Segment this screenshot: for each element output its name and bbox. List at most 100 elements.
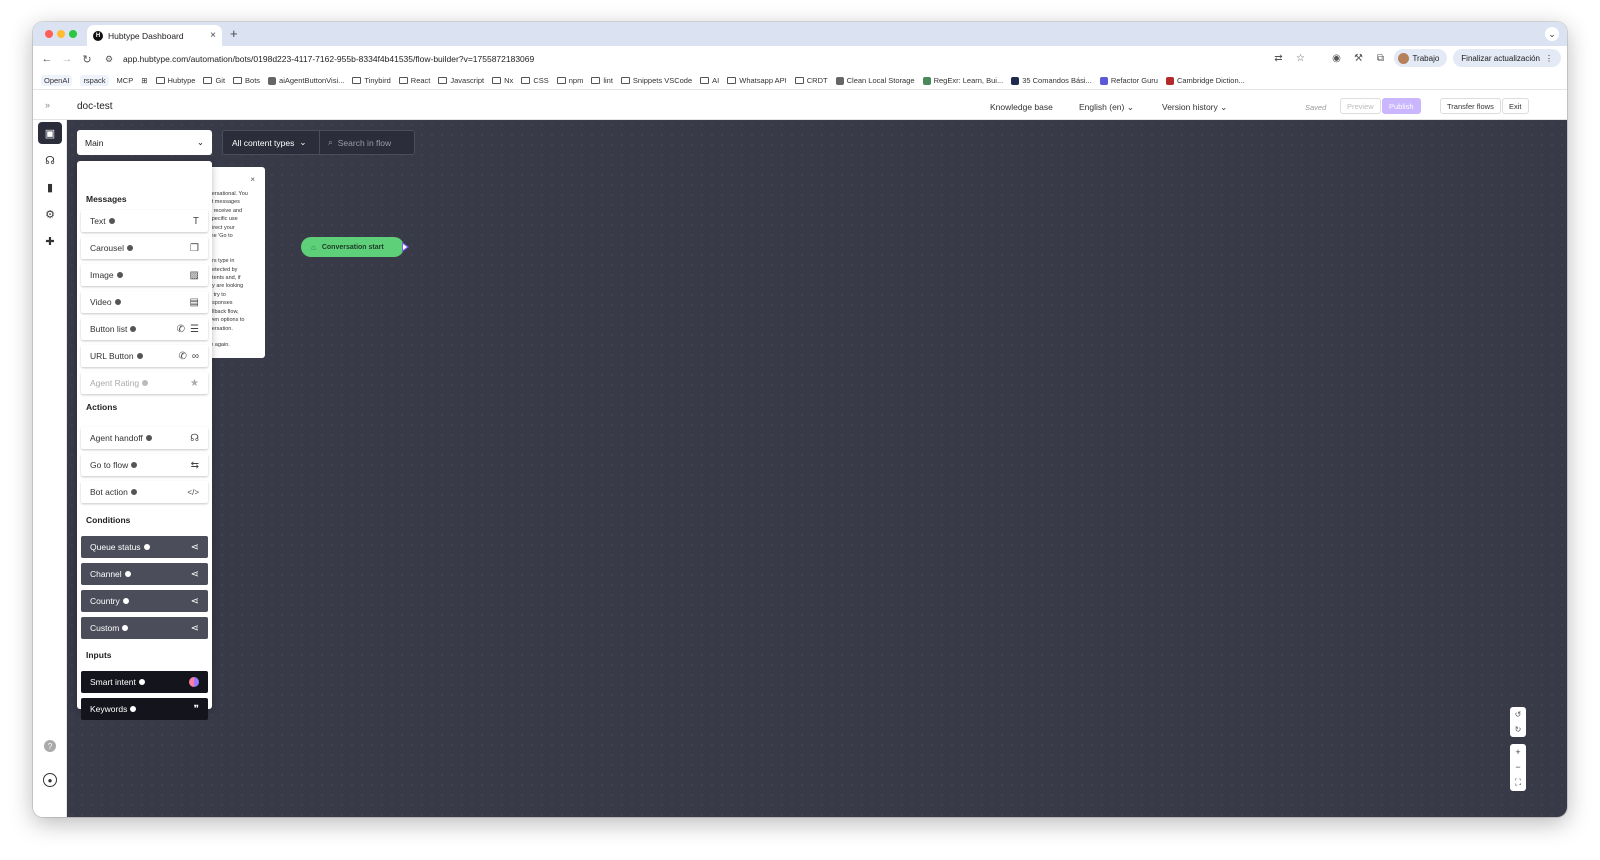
puzzle-icon[interactable]: ⧉ (1372, 50, 1388, 66)
bookmark-item[interactable]: CSS (521, 76, 549, 85)
bookmark-item[interactable]: RegExr: Learn, Bui... (922, 76, 1003, 85)
palette-item-agent-handoff[interactable]: Agent handoff ☊ (81, 427, 208, 449)
bookmark-item[interactable]: OpenAI (41, 75, 73, 86)
bookmark-item[interactable]: Cambridge Diction... (1165, 76, 1245, 85)
translate-icon[interactable]: ⇄ (1270, 50, 1286, 66)
bookmark-item[interactable]: Hubtype (155, 76, 195, 85)
info-icon[interactable] (130, 326, 137, 332)
bookmark-item[interactable]: Nx (492, 76, 513, 85)
info-icon[interactable] (122, 625, 129, 631)
bookmark-item[interactable]: MCP (117, 76, 134, 85)
maximize-window-button[interactable] (69, 30, 77, 38)
info-icon[interactable] (124, 571, 131, 577)
tab-search-icon[interactable]: ⌄ (1545, 27, 1559, 41)
transfer-flows-button[interactable]: Transfer flows (1440, 98, 1501, 114)
undo-icon[interactable]: ↺ (1515, 710, 1522, 719)
bookmark-item[interactable]: Clean Local Storage (835, 76, 915, 85)
publish-button[interactable]: Publish (1382, 98, 1421, 114)
user-account-icon[interactable]: ● (43, 773, 57, 787)
zoom-in-icon[interactable]: + (1515, 747, 1520, 757)
fit-view-icon[interactable]: ⛶ (1515, 777, 1521, 788)
bookmark-item[interactable]: React (398, 76, 430, 85)
bookmark-item[interactable]: Snippets VSCode (620, 76, 692, 85)
palette-item-video[interactable]: Video ▤ (81, 291, 208, 313)
bookmark-item[interactable]: lint (591, 76, 613, 85)
info-icon[interactable] (127, 245, 134, 251)
palette-item-image[interactable]: Image ▨ (81, 264, 208, 286)
palette-item-go-to-flow[interactable]: Go to flow ⇆ (81, 454, 208, 476)
conversation-start-node[interactable]: ⌂ Conversation start (301, 237, 404, 257)
bookmark-star-icon[interactable]: ☆ (1292, 50, 1308, 66)
info-icon[interactable] (131, 462, 138, 468)
expand-sidebar-icon[interactable]: » (45, 100, 50, 110)
info-icon[interactable] (142, 380, 149, 386)
close-window-button[interactable] (45, 30, 53, 38)
preview-button[interactable]: Preview (1340, 98, 1381, 114)
palette-item-button-list[interactable]: Button list ✆ ☰ (81, 318, 208, 340)
info-icon[interactable] (145, 435, 152, 441)
profile-button[interactable]: Trabajo (1394, 49, 1448, 67)
info-icon[interactable] (130, 706, 137, 712)
palette-item-country[interactable]: Country ⋖ (81, 590, 208, 612)
settings-gear-icon[interactable]: ⚙ (38, 203, 62, 225)
bookmark-item[interactable]: Whatsapp API (727, 76, 787, 85)
site-settings-icon[interactable]: ⚙ (105, 54, 117, 65)
headset-icon[interactable]: ☊ (38, 149, 62, 171)
knowledge-base-link[interactable]: Knowledge base (990, 102, 1053, 112)
palette-item-text[interactable]: Text T (81, 210, 208, 232)
redo-icon[interactable]: ↻ (1515, 725, 1522, 734)
palette-item-agent-rating[interactable]: Agent Rating ★ (81, 372, 208, 394)
back-arrow-icon[interactable]: ← (37, 53, 57, 65)
palette-item-keywords[interactable]: Keywords ❞ (81, 698, 208, 720)
bookmark-item[interactable]: CRDT (794, 76, 828, 85)
new-tab-button[interactable]: + (230, 26, 238, 41)
bookmark-item[interactable]: rspack (80, 75, 109, 86)
info-icon[interactable] (122, 598, 129, 604)
palette-item-smart-intent[interactable]: Smart intent (81, 671, 208, 693)
exit-button[interactable]: Exit (1502, 98, 1529, 114)
bookmark-item[interactable]: 35 Comandos Bási... (1011, 76, 1092, 85)
info-icon[interactable] (136, 353, 143, 359)
language-select[interactable]: English (en) ⌄ (1079, 102, 1134, 113)
palette-item-channel[interactable]: Channel ⋖ (81, 563, 208, 585)
reload-icon[interactable]: ↻ (77, 53, 97, 66)
palette-item-queue-status[interactable]: Queue status ⋖ (81, 536, 208, 558)
bookmark-item[interactable]: AI (700, 76, 719, 85)
bookmark-item[interactable]: Bots (233, 76, 260, 85)
minimize-window-button[interactable] (57, 30, 65, 38)
node-output-port[interactable] (402, 242, 409, 252)
info-icon[interactable] (130, 489, 137, 495)
close-tab-icon[interactable]: × (210, 30, 216, 41)
extension-icon[interactable]: ◉ (1328, 50, 1344, 66)
integrations-puzzle-icon[interactable]: ✚ (38, 230, 62, 252)
bookmark-item[interactable]: Javascript (438, 76, 484, 85)
info-icon[interactable] (138, 679, 145, 685)
help-icon[interactable]: ? (44, 740, 56, 752)
palette-item-custom[interactable]: Custom ⋖ (81, 617, 208, 639)
palette-item-bot-action[interactable]: Bot action </> (81, 481, 208, 503)
bookmark-item[interactable]: npm (556, 76, 583, 85)
browser-tab[interactable]: H Hubtype Dashboard × (87, 25, 222, 46)
palette-item-carousel[interactable]: Carousel ❐ (81, 237, 208, 259)
bookmark-item[interactable]: aiAgentButtonVisi... (268, 76, 344, 85)
bookmark-item[interactable]: Refactor Guru (1099, 76, 1158, 85)
analytics-icon[interactable]: ▮ (38, 176, 62, 198)
apps-grid-icon[interactable]: ⊞ (141, 76, 147, 85)
flow-canvas[interactable] (67, 120, 1567, 817)
info-icon[interactable] (143, 544, 150, 550)
search-in-flow-input[interactable]: ⌕ Search in flow (320, 130, 415, 155)
content-type-filter[interactable]: All content types ⌄ (222, 130, 320, 155)
address-bar[interactable]: ⚙ app.hubtype.com/automation/bots/0198d2… (105, 50, 1335, 68)
forward-arrow-icon[interactable]: → (57, 53, 77, 65)
version-history-button[interactable]: Version history ⌄ (1162, 102, 1227, 113)
palette-item-url-button[interactable]: URL Button ✆ ∞ (81, 345, 208, 367)
devtools-icon[interactable]: ⚒ (1350, 50, 1366, 66)
flow-builder-icon[interactable]: ▣ (38, 122, 62, 144)
bookmark-item[interactable]: Git (203, 76, 225, 85)
update-button[interactable]: Finalizar actualización ⋮ (1453, 49, 1561, 67)
flow-select[interactable]: Main ⌄ (77, 130, 212, 155)
info-icon[interactable] (108, 218, 115, 224)
close-icon[interactable]: × (250, 175, 255, 184)
bookmark-item[interactable]: Tinybird (352, 76, 391, 85)
zoom-out-icon[interactable]: − (1515, 762, 1520, 772)
